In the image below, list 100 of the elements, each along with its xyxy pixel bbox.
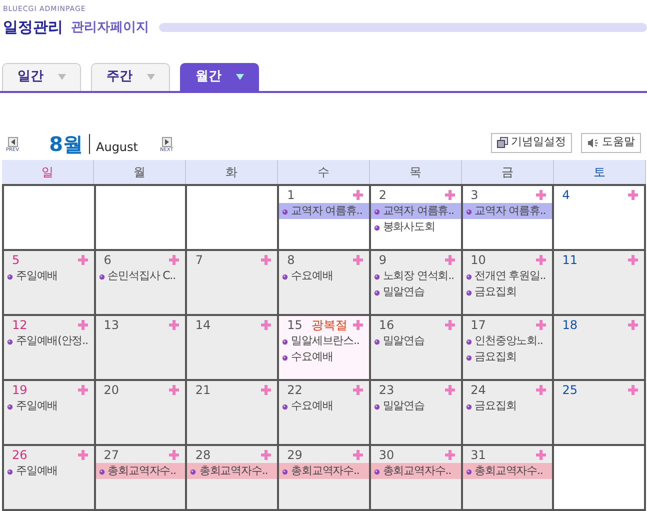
add-icon[interactable] [352,190,363,200]
add-icon[interactable] [628,384,638,394]
event-item[interactable]: 수요예배 [279,398,369,414]
add-icon[interactable] [169,450,180,460]
day-cell[interactable]: 23 밀알연습 [368,378,463,446]
day-cell[interactable]: 9 노회장 연석회.. 밀알연습 [368,248,463,316]
event-item[interactable]: 총회교역자수.. [462,462,552,478]
day-cell[interactable]: 18 [552,314,646,380]
add-icon[interactable] [628,320,638,330]
event-item[interactable]: 밀알연습 [370,398,461,414]
event-item[interactable]: 교역자 여름휴.. [462,202,552,218]
add-icon[interactable] [444,254,455,264]
anniversary-button[interactable]: 기념일설정 [491,132,572,152]
event-item[interactable]: 주일예배 [4,268,94,284]
add-icon[interactable] [169,320,180,330]
bullet-icon [282,274,288,280]
event-item[interactable]: 주일예배 [4,398,94,414]
day-cell[interactable]: 25 [552,378,646,446]
help-button[interactable]: 도움말 [581,132,641,152]
add-icon[interactable] [169,384,180,394]
day-cell[interactable]: 16 밀알연습 [368,314,463,380]
day-cell[interactable]: 19 주일예배 [2,378,96,446]
day-cell[interactable]: 28 총회교역자수.. [185,444,280,510]
add-icon[interactable] [78,254,88,264]
event-item[interactable]: 금요집회 [462,348,552,364]
day-cell[interactable]: 31 총회교역자수.. [460,444,554,510]
day-cell[interactable]: 22 수요예배 [277,378,371,446]
event-item[interactable]: 교역자 여름휴.. [370,202,461,218]
add-icon[interactable] [352,320,363,330]
day-cell[interactable]: 24 금요집회 [460,378,554,446]
day-cell[interactable]: 21 [185,378,280,446]
event-item[interactable]: 교역자 여름휴.. [279,202,369,218]
day-cell[interactable]: 15 광복절 밀알세브란스.. 수요예배 [277,314,371,380]
event-item[interactable]: 총회교역자수.. [96,462,186,478]
event-item[interactable]: 봉화사도회 [370,218,461,234]
day-cell[interactable]: 5 주일예배 [2,248,96,316]
add-icon[interactable] [78,450,88,460]
day-number: 22 [287,384,302,396]
add-icon[interactable] [261,254,272,264]
add-icon[interactable] [536,320,546,330]
add-icon[interactable] [78,384,88,394]
event-title: 손민석집사 C.. [108,268,176,282]
add-icon[interactable] [352,384,363,394]
event-item[interactable]: 손민석집사 C.. [96,268,186,284]
event-item[interactable]: 총회교역자수.. [279,462,369,478]
day-number: 14 [195,318,211,330]
event-item[interactable]: 금요집회 [462,398,552,414]
add-icon[interactable] [444,320,455,330]
day-number: 27 [104,448,119,460]
view-tab[interactable]: 주간 [91,62,170,90]
add-icon[interactable] [261,450,272,460]
day-cell[interactable]: 27 총회교역자수.. [94,444,188,510]
event-item[interactable]: 주일예배 [4,462,94,478]
add-icon[interactable] [352,450,363,460]
event-item[interactable]: 수요예배 [279,348,369,364]
event-title: 봉화사도회 [382,220,435,234]
add-icon[interactable] [536,190,546,200]
event-item[interactable]: 총회교역자수.. [370,462,461,478]
day-cell[interactable]: 17 인천중앙노회.. 금요집회 [460,314,554,380]
add-icon[interactable] [352,254,363,264]
add-icon[interactable] [628,254,638,264]
event-item[interactable]: 노회장 연석회.. [370,268,461,284]
day-cell[interactable]: 13 [94,314,188,380]
add-icon[interactable] [536,450,546,460]
day-cell[interactable]: 26 주일예배 [2,444,96,510]
event-item[interactable]: 밀알세브란스.. [279,332,369,348]
day-cell[interactable]: 8 수요예배 [277,248,371,316]
day-cell[interactable]: 12 주일예배(안정.. [2,314,96,380]
day-cell[interactable]: 11 [552,248,646,316]
event-item[interactable]: 주일예배(안정.. [4,332,94,348]
event-item[interactable]: 금요집회 [462,284,552,300]
day-cell[interactable]: 4 [552,184,646,250]
add-icon[interactable] [169,254,180,264]
day-cell[interactable]: 30 총회교역자수.. [368,444,463,510]
view-tab[interactable]: 월간 [180,62,259,90]
event-title: 총회교역자수.. [382,464,452,478]
view-tab[interactable]: 일간 [2,62,81,90]
add-icon[interactable] [536,254,546,264]
add-icon[interactable] [444,190,455,200]
add-icon[interactable] [628,190,638,200]
day-cell[interactable]: 10 전개연 후원일.. 금요집회 [460,248,554,316]
bullet-icon [466,274,472,280]
event-item[interactable]: 전개연 후원일.. [462,268,552,284]
add-icon[interactable] [261,384,272,394]
day-cell[interactable]: 7 [185,248,280,316]
event-title: 교역자 여름휴.. [382,204,454,218]
day-cell[interactable]: 6 손민석집사 C.. [94,248,188,316]
add-icon[interactable] [536,384,546,394]
add-icon[interactable] [261,320,272,330]
add-icon[interactable] [78,320,88,330]
event-item[interactable]: 총회교역자수.. [187,462,278,478]
add-icon[interactable] [444,450,455,460]
event-item[interactable]: 밀알연습 [370,284,461,300]
event-item[interactable]: 수요예배 [279,268,369,284]
event-item[interactable]: 인천중앙노회.. [462,332,552,348]
day-cell[interactable]: 20 [94,378,188,446]
day-cell[interactable]: 29 총회교역자수.. [277,444,371,510]
add-icon[interactable] [444,384,455,394]
event-item[interactable]: 밀알연습 [370,332,461,348]
day-cell[interactable]: 14 [185,314,280,380]
